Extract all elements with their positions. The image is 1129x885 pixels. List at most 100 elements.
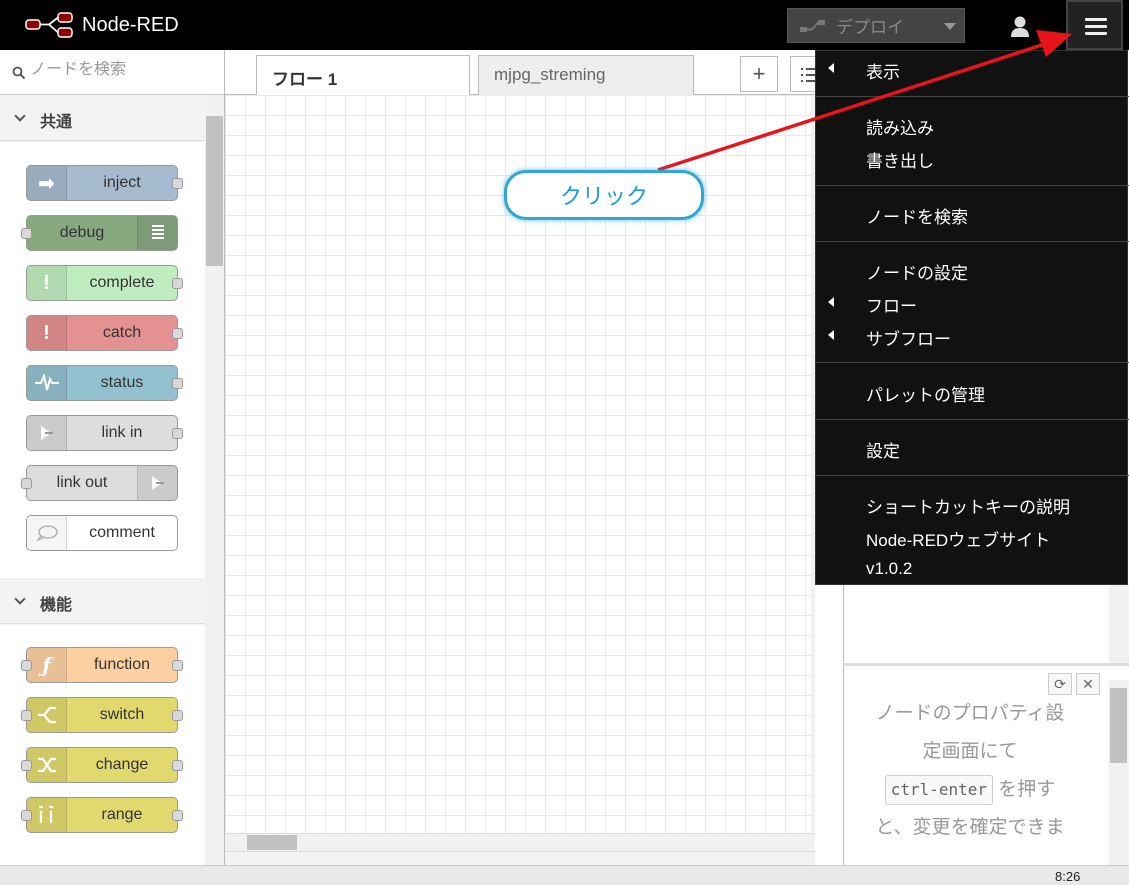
palette-node-function[interactable]: ƒ function [21,647,183,683]
pulse-icon [27,366,67,400]
tab-flow-1[interactable]: フロー 1 [256,55,470,96]
help-scrollbar-thumb[interactable] [1110,688,1127,763]
menu-item-label: 書き出し [866,152,934,171]
app-title: Node-RED [82,13,179,36]
search-icon [12,66,26,80]
app-logo: Node-RED [24,12,179,38]
list-icon [137,216,177,250]
menu-item-view[interactable]: 表示 [816,53,1129,83]
menu-item-import[interactable]: 読み込み [816,109,1129,139]
category-function[interactable]: 機能 [0,578,205,624]
input-port [21,660,32,671]
menu-item-settings[interactable]: 設定 [816,432,1129,462]
user-icon [1011,16,1029,37]
tab-mjpg-streming[interactable]: mjpg_streming [478,55,694,95]
menu-item-label: 読み込み [866,119,934,138]
add-tab-button[interactable]: + [740,56,778,92]
callout-label: クリック [559,184,648,209]
arrow-right-icon: ➡ [27,166,67,200]
menu-divider [816,419,1129,420]
deploy-label: デプロイ [836,18,904,37]
palette-node-status[interactable]: status [26,365,183,401]
workspace-footer [225,851,815,865]
menu-divider [816,475,1129,476]
close-icon[interactable]: ✕ [1076,673,1100,695]
palette-node-link-in[interactable]: link in [26,415,183,451]
input-port [21,760,32,771]
node-red-logo [25,12,73,38]
output-port [172,278,183,289]
speech-bubble-icon [27,516,67,550]
menu-item-label: 表示 [866,63,900,82]
palette-node-complete[interactable]: ! complete [26,265,183,301]
canvas-horizontal-scrollbar[interactable] [225,833,815,851]
node-label: comment [89,524,155,541]
menu-item-label: v1.0.2 [866,559,913,578]
taskbar: 8:26 [0,865,1129,885]
node-palette: 共通 ➡ inject debug ! complete ! catch [0,50,225,865]
menu-item-label: パレットの管理 [866,386,985,405]
sidebar-scrollbar[interactable] [1109,585,1129,663]
palette-search-input[interactable] [30,61,210,79]
sidebar-splitter[interactable] [843,663,1129,666]
palette-node-catch[interactable]: ! catch [26,315,183,351]
category-common-nodes: ➡ inject debug ! complete ! catch status [0,142,205,579]
chevron-down-icon[interactable] [944,23,956,30]
menu-item-flows[interactable]: フロー [816,287,1129,317]
menu-item-label: ノードを検索 [866,208,968,227]
menu-item-website[interactable]: Node-REDウェブサイト [816,521,1129,551]
input-port [21,478,32,489]
menu-item-search[interactable]: ノードを検索 [816,198,1129,228]
output-port [172,710,183,721]
shuffle-icon [27,748,67,782]
keyboard-shortcut: ctrl-enter [884,775,994,805]
palette-node-comment[interactable]: comment [26,515,178,551]
deploy-icon [800,19,825,32]
palette-node-link-out[interactable]: link out [21,465,178,501]
submenu-caret-icon [828,330,834,340]
submenu-caret-icon [828,63,834,73]
submenu-caret-icon [828,297,834,307]
menu-item-subflows[interactable]: サブフロー [816,320,1129,350]
range-icon [27,798,67,832]
palette-node-switch[interactable]: switch [21,697,183,733]
output-port [172,810,183,821]
palette-node-inject[interactable]: ➡ inject [26,165,183,201]
output-port [172,328,183,339]
help-line: ノードのプロパティ設 [875,703,1065,724]
help-text: ノードのプロパティ設 定画面にて ctrl-enter を押す と、変更を確定で… [860,695,1080,847]
node-label: change [95,756,149,773]
menu-item-config-nodes[interactable]: ノードの設定 [816,254,1129,284]
refresh-icon[interactable]: ⟳ [1048,673,1072,695]
palette-scrollbar-thumb[interactable] [206,116,223,266]
category-common[interactable]: 共通 [0,95,205,141]
menu-divider [816,241,1129,242]
node-label: complete [89,274,155,291]
annotation-callout: クリック [504,170,704,220]
input-port [21,228,32,239]
input-port [21,810,32,821]
clock: 8:26 [1055,869,1081,884]
palette-node-change[interactable]: change [21,747,183,783]
exclamation-icon: ! [27,266,67,300]
output-port [172,378,183,389]
node-label: link in [101,424,143,441]
node-label: debug [59,224,105,241]
category-label: 共通 [40,114,73,131]
menu-item-version: v1.0.2 [816,554,1129,584]
menu-item-label: Node-REDウェブサイト [866,531,1051,550]
menu-item-export[interactable]: 書き出し [816,142,1129,172]
user-button[interactable] [1003,8,1037,43]
help-line: 定画面にて [922,741,1018,762]
menu-item-manage-palette[interactable]: パレットの管理 [816,376,1129,406]
deploy-button[interactable]: デプロイ [787,8,965,43]
category-label: 機能 [40,597,73,614]
menu-item-keyboard-shortcuts[interactable]: ショートカットキーの説明 [816,488,1129,518]
chevron-down-icon [14,593,26,605]
menu-item-label: サブフロー [866,330,951,349]
palette-node-debug[interactable]: debug [21,215,178,251]
palette-node-range[interactable]: range [21,797,183,833]
workspace-tabs: フロー 1 mjpg_streming + [225,50,820,96]
main-menu-button[interactable] [1066,0,1123,50]
canvas-horizontal-scrollbar-thumb[interactable] [247,835,297,850]
